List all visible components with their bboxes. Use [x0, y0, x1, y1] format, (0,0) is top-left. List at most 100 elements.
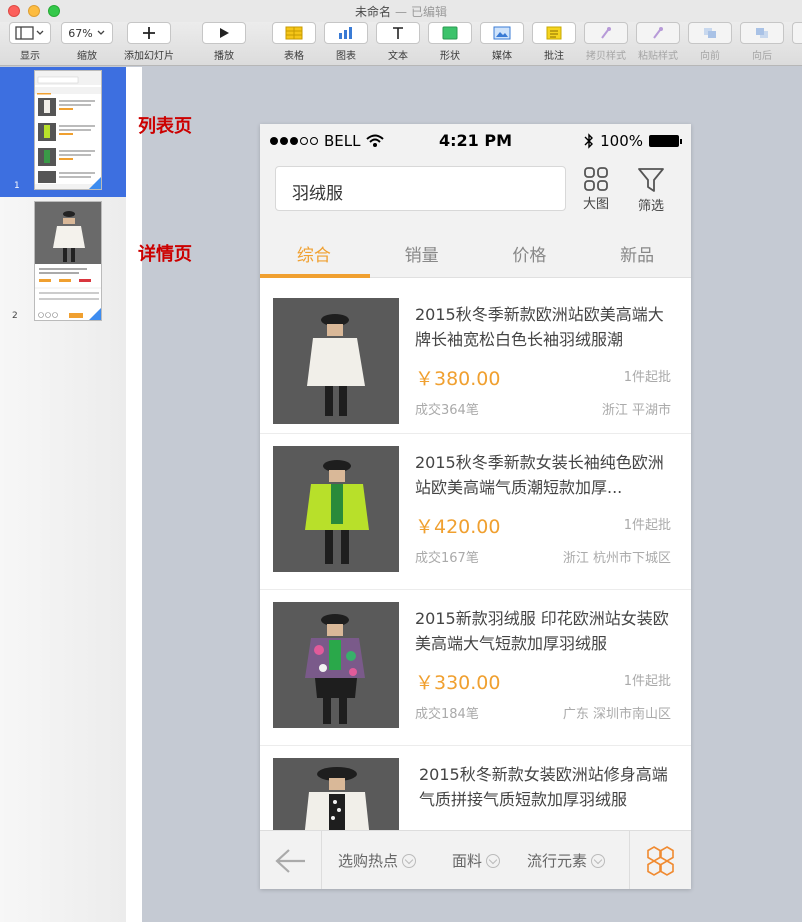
- toolbar-table[interactable]: 表格: [272, 22, 316, 66]
- product-item[interactable]: 2015秋冬季新款欧洲站欧美高端大牌长袖宽松白色长袖羽绒服潮 ￥380.00 1…: [260, 278, 691, 434]
- backward-button[interactable]: [740, 22, 784, 44]
- copy-style-button[interactable]: [584, 22, 628, 44]
- product-title[interactable]: 2015秋冬新款女装欧洲站修身高端气质拼接气质短款加厚羽绒服: [419, 762, 681, 812]
- toolbar-label: 批注: [544, 51, 564, 62]
- toolbar-label: 缩放: [77, 51, 97, 62]
- tab-sales[interactable]: 销量: [368, 230, 476, 277]
- deal-count: 成交167笔: [415, 551, 479, 566]
- battery-percent: 100%: [600, 132, 643, 150]
- product-list: 2015秋冬季新款欧洲站欧美高端大牌长袖宽松白色长袖羽绒服潮 ￥380.00 1…: [260, 278, 691, 830]
- product-image[interactable]: [273, 298, 399, 424]
- toolbar-comment[interactable]: 批注: [532, 22, 576, 66]
- filter-hot-picks[interactable]: 选购热点: [338, 850, 417, 871]
- list-page-thumbnail-preview: [35, 71, 101, 189]
- grid-icon: [584, 167, 608, 191]
- comment-button[interactable]: [532, 22, 576, 44]
- toolbar-view[interactable]: 显示: [8, 22, 52, 66]
- navigator-divider: [126, 67, 142, 922]
- toolbar-backward[interactable]: 向后: [740, 22, 784, 66]
- slide-number: 1: [14, 181, 20, 191]
- shape-button[interactable]: [428, 22, 472, 44]
- toolbar: 显示 67% 缩放 添加幻灯片 播放 表格 图表 文本 形状 媒体 批注 拷贝样…: [0, 22, 802, 66]
- toolbar-label: 显示: [20, 51, 40, 62]
- filter-label: 面料: [452, 852, 483, 870]
- detail-page-thumbnail-preview: [35, 202, 101, 318]
- product-price: ￥330.00: [415, 672, 501, 694]
- toolbar-overflow[interactable]: [792, 22, 802, 66]
- slide-navigator: 1 2: [0, 67, 126, 922]
- play-button[interactable]: [202, 22, 246, 44]
- zoom-select[interactable]: 67%: [61, 22, 113, 44]
- toolbar-add-slide[interactable]: 添加幻灯片: [120, 22, 178, 66]
- product-title[interactable]: 2015秋冬季新款欧洲站欧美高端大牌长袖宽松白色长袖羽绒服潮: [415, 302, 677, 352]
- tab-price[interactable]: 价格: [476, 230, 584, 277]
- toolbar-label: 表格: [284, 51, 304, 62]
- toolbar-forward[interactable]: 向前: [688, 22, 732, 66]
- filter-label: 流行元素: [527, 852, 588, 870]
- list-page-annotation[interactable]: 列表页: [138, 112, 192, 138]
- toolbar-label: 播放: [214, 51, 234, 62]
- toolbar-copy-style[interactable]: 拷贝样式: [584, 22, 628, 66]
- toolbar-label: 向前: [700, 51, 720, 62]
- toolbar-label: 粘贴样式: [638, 51, 678, 62]
- backward-icon: [756, 28, 768, 38]
- text-button[interactable]: [376, 22, 420, 44]
- thumbnail-corner-marker: [89, 308, 101, 320]
- toolbar-label: 媒体: [492, 51, 512, 62]
- chevron-down-icon: [591, 853, 606, 868]
- toolbar-label: 向后: [752, 51, 772, 62]
- category-button[interactable]: [629, 831, 691, 889]
- filter-button[interactable]: 筛选: [631, 166, 671, 214]
- seller-location: 广东 深圳市南山区: [562, 707, 671, 722]
- seller-location: 浙江 平湖市: [601, 403, 671, 418]
- tab-comprehensive[interactable]: 综合: [260, 230, 370, 278]
- forward-button[interactable]: [688, 22, 732, 44]
- add-slide-button[interactable]: [127, 22, 171, 44]
- phone-mockup[interactable]: BELL 4:21 PM 100% 羽绒服 大图 筛选 综合 销量 价格 新品: [260, 124, 691, 889]
- view-button[interactable]: [9, 22, 51, 44]
- battery-status: 100%: [584, 132, 682, 150]
- media-button[interactable]: [480, 22, 524, 44]
- min-order: 1件起批: [623, 674, 671, 689]
- hexagon-cluster-icon: [646, 845, 674, 876]
- back-button[interactable]: [260, 831, 322, 889]
- toolbar-overflow-button[interactable]: [792, 22, 802, 44]
- chart-button[interactable]: [324, 22, 368, 44]
- paste-style-icon: [653, 27, 663, 39]
- toolbar-play[interactable]: 播放: [202, 22, 246, 66]
- toolbar-zoom[interactable]: 67% 缩放: [60, 22, 114, 66]
- grid-view-button[interactable]: 大图: [576, 166, 616, 212]
- product-title[interactable]: 2015秋冬季新款女装长袖纯色欧洲站欧美高端气质潮短款加厚...: [415, 450, 677, 500]
- chevron-down-icon: [402, 853, 417, 868]
- toolbar-chart[interactable]: 图表: [324, 22, 368, 66]
- product-item[interactable]: 2015新款羽绒服 印花欧洲站女装欧美高端大气短款加厚羽绒服 ￥330.00 1…: [260, 590, 691, 746]
- zoom-value: 67%: [68, 26, 93, 40]
- toolbar-paste-style[interactable]: 粘贴样式: [636, 22, 680, 66]
- title-separator: —: [395, 5, 407, 19]
- search-input[interactable]: 羽绒服: [275, 166, 566, 211]
- seller-location: 浙江 杭州市下城区: [562, 551, 671, 566]
- detail-page-annotation[interactable]: 详情页: [138, 240, 192, 266]
- toolbar-label: 添加幻灯片: [124, 51, 174, 62]
- product-item[interactable]: 2015秋冬新款女装欧洲站修身高端气质拼接气质短款加厚羽绒服: [260, 746, 691, 830]
- window-title: 未命名 — 已编辑: [0, 3, 802, 20]
- product-image[interactable]: [273, 758, 399, 830]
- tab-new[interactable]: 新品: [583, 230, 691, 277]
- toolbar-label: 拷贝样式: [586, 51, 626, 62]
- toolbar-text[interactable]: 文本: [376, 22, 420, 66]
- product-image[interactable]: [273, 446, 399, 572]
- toolbar-media[interactable]: 媒体: [480, 22, 524, 66]
- product-image[interactable]: [273, 602, 399, 728]
- media-icon: [493, 26, 511, 40]
- slide-thumbnail-1[interactable]: [34, 70, 102, 190]
- table-button[interactable]: [272, 22, 316, 44]
- search-header: 羽绒服 大图 筛选: [260, 158, 691, 230]
- filter-fabric[interactable]: 面料: [452, 850, 501, 871]
- product-title[interactable]: 2015新款羽绒服 印花欧洲站女装欧美高端大气短款加厚羽绒服: [415, 606, 677, 656]
- min-order: 1件起批: [623, 518, 671, 533]
- slide-thumbnail-2[interactable]: [34, 201, 102, 321]
- toolbar-shape[interactable]: 形状: [428, 22, 472, 66]
- filter-trend-elements[interactable]: 流行元素: [527, 850, 606, 871]
- paste-style-button[interactable]: [636, 22, 680, 44]
- product-item[interactable]: 2015秋冬季新款女装长袖纯色欧洲站欧美高端气质潮短款加厚... ￥420.00…: [260, 434, 691, 590]
